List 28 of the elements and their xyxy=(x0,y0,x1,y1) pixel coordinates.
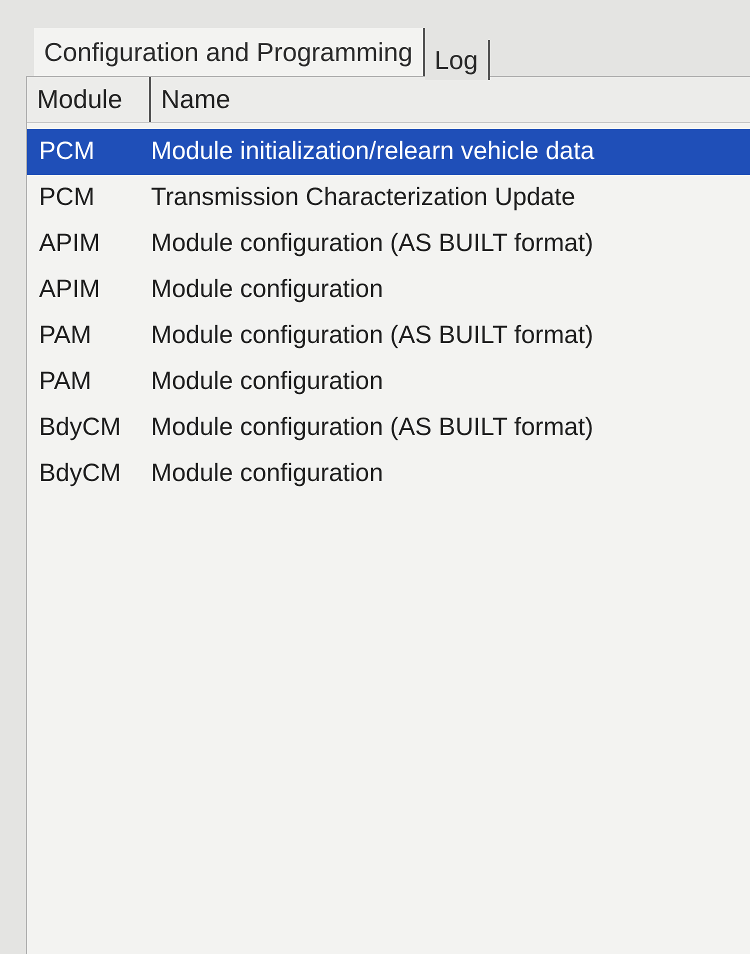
table-cell-text: APIM xyxy=(38,274,102,306)
table-row[interactable]: APIM Module configuration (AS BUILT format) xyxy=(27,221,750,267)
table-row[interactable]: PCM Transmission Characterization Update xyxy=(27,175,750,221)
table-cell-text: PAM xyxy=(38,366,92,398)
table-cell-text: Module configuration xyxy=(150,366,384,398)
table-cell-text: PAM xyxy=(38,320,92,352)
table-cell-text: Module configuration (AS BUILT format) xyxy=(150,320,594,352)
table-cell-text: Module initialization/relearn vehicle data xyxy=(150,136,596,168)
table-cell-text: BdyCM xyxy=(38,458,122,490)
table-row[interactable]: BdyCM Module configuration (AS BUILT format) xyxy=(27,405,750,451)
column-header[interactable]: Name xyxy=(151,77,750,122)
table-row[interactable]: BdyCM Module configuration xyxy=(27,451,750,497)
table-cell-text: PCM xyxy=(38,136,96,168)
tab[interactable]: Configuration and Programming xyxy=(34,28,425,76)
tab[interactable]: Log xyxy=(424,40,490,80)
table-row[interactable]: PCM Module initialization/relearn vehicle data xyxy=(27,129,750,175)
table-row[interactable]: PAM Module configuration (AS BUILT format) xyxy=(27,313,750,359)
table-cell-text: Module configuration (AS BUILT format) xyxy=(150,412,594,444)
table-cell-text: Module configuration xyxy=(150,274,384,306)
table-row[interactable]: PAM Module configuration xyxy=(27,359,750,405)
table-cell-text: Transmission Characterization Update xyxy=(150,182,576,214)
table-cell-text: Module configuration (AS BUILT format) xyxy=(150,228,594,260)
table-cell-text: PCM xyxy=(38,182,96,214)
table-cell-text: BdyCM xyxy=(38,412,122,444)
table-cell-text: APIM xyxy=(38,228,102,260)
table-cell-text: Module configuration xyxy=(150,458,384,490)
table-row[interactable]: APIM Module configuration xyxy=(27,267,750,313)
column-header[interactable]: Module xyxy=(27,77,151,122)
